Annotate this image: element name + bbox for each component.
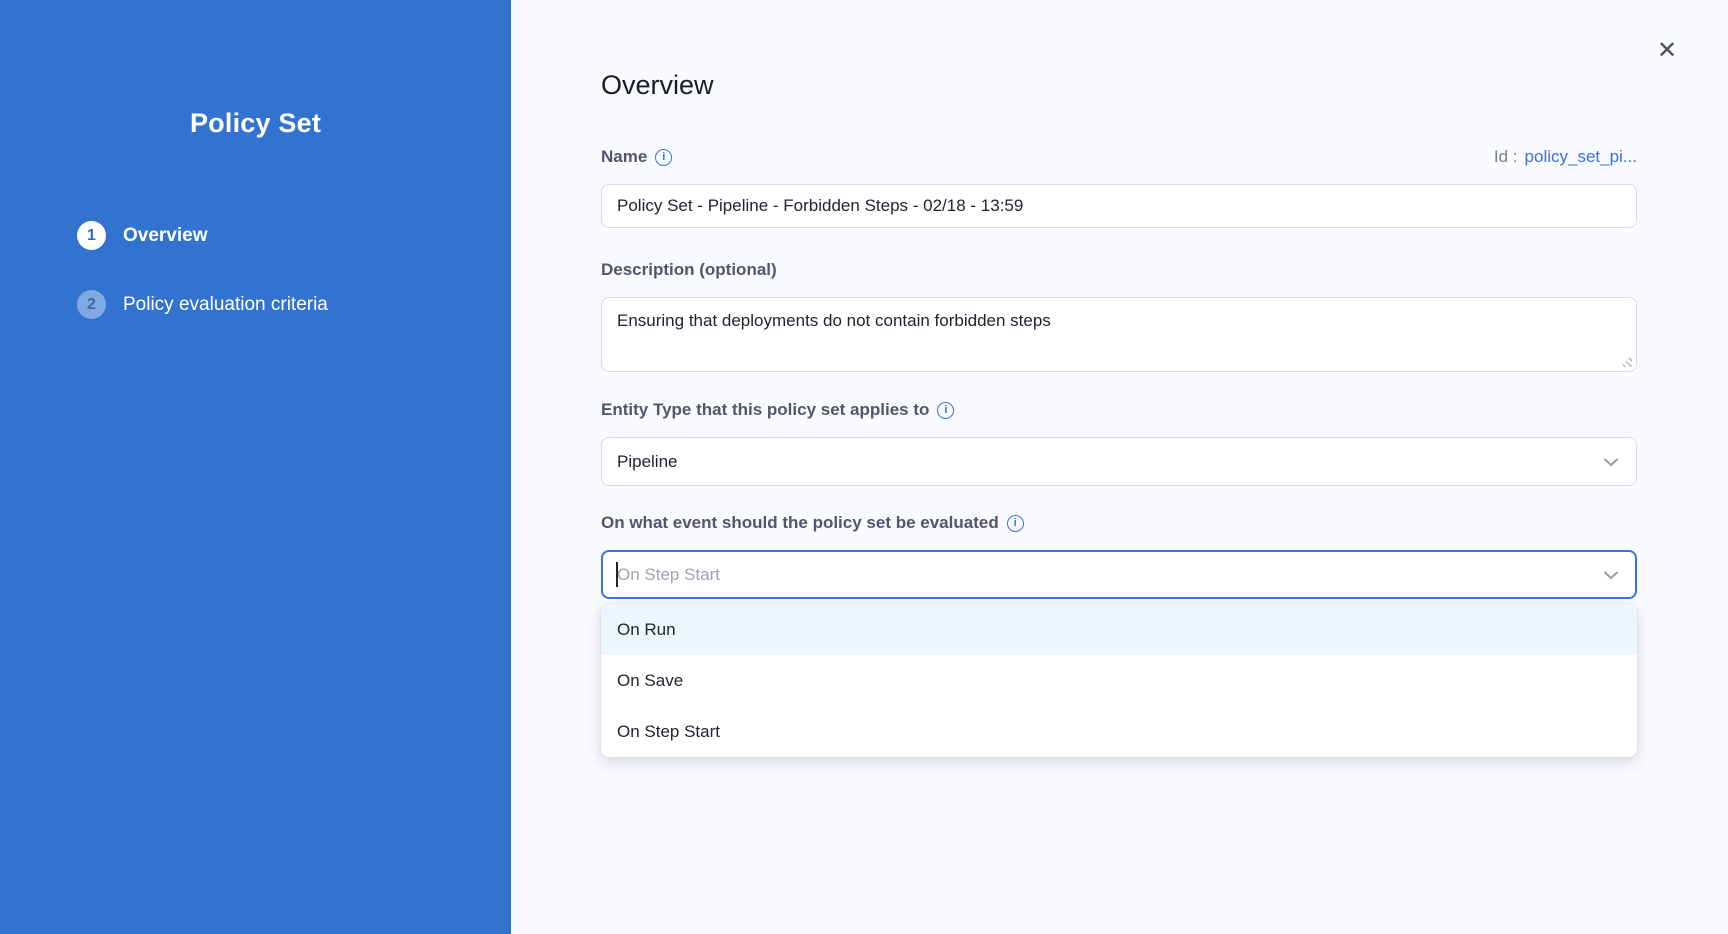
- description-label: Description (optional): [601, 260, 777, 280]
- menu-item-on-step-start[interactable]: On Step Start: [601, 706, 1637, 757]
- wizard-sidebar: Policy Set 1 Overview 2 Policy evaluatio…: [0, 0, 511, 934]
- event-select[interactable]: [601, 550, 1637, 599]
- page-title: Overview: [601, 70, 1637, 101]
- step-label: Policy evaluation criteria: [123, 294, 328, 316]
- name-label-row: Name i Id : policy_set_pi...: [601, 147, 1637, 167]
- description-label-row: Description (optional): [601, 260, 1637, 280]
- event-options-menu: On Run On Save On Step Start: [601, 604, 1637, 757]
- step-number-badge: 2: [77, 290, 106, 319]
- close-icon[interactable]: ✕: [1652, 36, 1682, 66]
- policy-set-wizard: Policy Set 1 Overview 2 Policy evaluatio…: [0, 0, 1728, 934]
- event-select-wrap: [601, 550, 1637, 599]
- wizard-main-panel: ✕ Overview Name i Id : policy_set_pi... …: [511, 0, 1728, 934]
- menu-item-on-save[interactable]: On Save: [601, 655, 1637, 706]
- id-prefix-label: Id :: [1494, 147, 1518, 167]
- info-icon[interactable]: i: [937, 402, 954, 419]
- step-number-badge: 1: [77, 221, 106, 250]
- wizard-title: Policy Set: [0, 108, 511, 139]
- entity-type-label: Entity Type that this policy set applies…: [601, 400, 929, 420]
- entity-id: Id : policy_set_pi...: [1494, 147, 1637, 167]
- description-field-wrap: Ensuring that deployments do not contain…: [601, 297, 1637, 372]
- info-icon[interactable]: i: [655, 149, 672, 166]
- entity-type-label-row: Entity Type that this policy set applies…: [601, 400, 1637, 420]
- step-overview[interactable]: 1 Overview: [77, 221, 511, 250]
- entity-type-select[interactable]: [601, 437, 1637, 486]
- id-link[interactable]: policy_set_pi...: [1525, 147, 1637, 167]
- description-textarea[interactable]: Ensuring that deployments do not contain…: [601, 297, 1637, 372]
- overview-form: Overview Name i Id : policy_set_pi... De…: [601, 0, 1637, 757]
- event-label: On what event should the policy set be e…: [601, 513, 999, 533]
- event-label-row: On what event should the policy set be e…: [601, 513, 1637, 533]
- entity-type-select-wrap: [601, 437, 1637, 486]
- name-input[interactable]: [601, 184, 1637, 228]
- info-icon[interactable]: i: [1007, 515, 1024, 532]
- menu-item-on-run[interactable]: On Run: [601, 604, 1637, 655]
- step-label: Overview: [123, 225, 208, 247]
- text-caret: [616, 562, 618, 587]
- wizard-steps: 1 Overview 2 Policy evaluation criteria: [0, 221, 511, 319]
- step-policy-evaluation-criteria[interactable]: 2 Policy evaluation criteria: [77, 290, 511, 319]
- name-label: Name: [601, 147, 647, 167]
